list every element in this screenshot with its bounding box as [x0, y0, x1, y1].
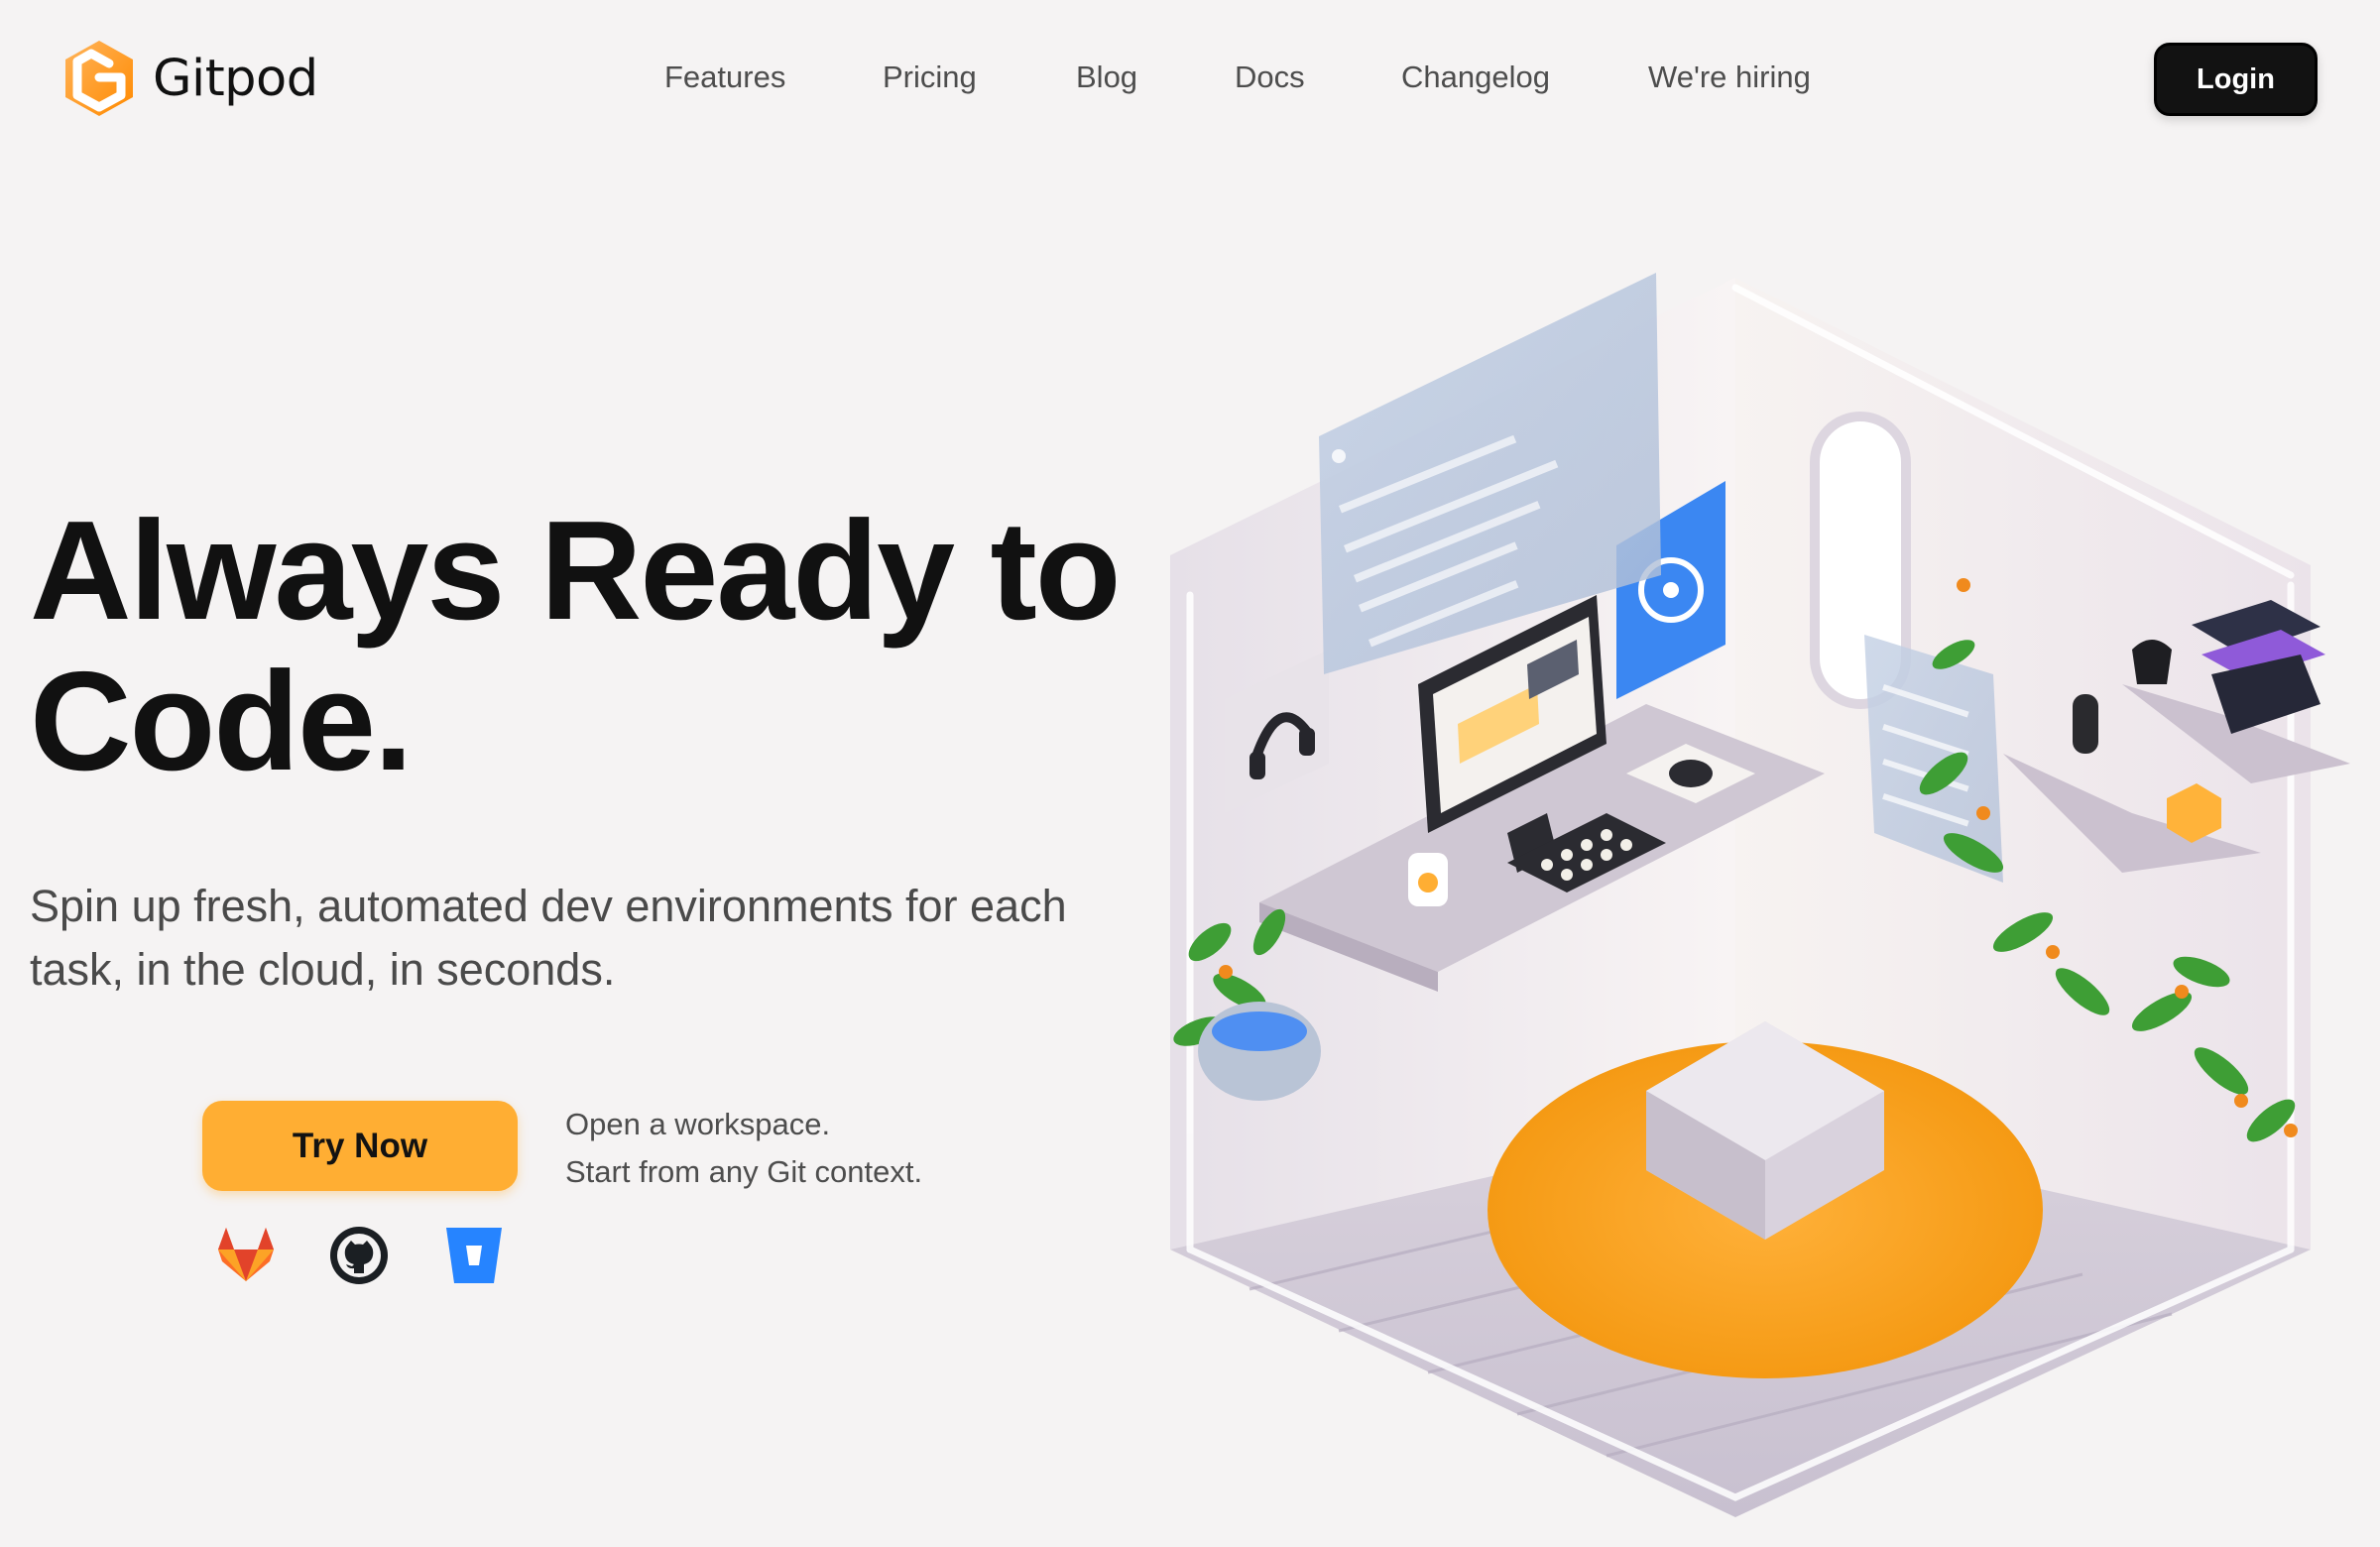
cta-note: Open a workspace. Start from any Git con…: [565, 1101, 922, 1196]
bitbucket-icon[interactable]: [442, 1224, 506, 1287]
nav-changelog[interactable]: Changelog: [1401, 56, 1550, 99]
hero-subtitle: Spin up fresh, automated dev environment…: [30, 881, 1067, 995]
hero-title: Always Ready to Code.: [30, 492, 1122, 800]
cta-note-line-1: Open a workspace.: [565, 1107, 831, 1141]
site-header: Gitpod Features Pricing Blog Docs Change…: [0, 0, 2380, 159]
cta-note-line-2: Start from any Git context.: [565, 1154, 923, 1189]
dev-room-illustration: [1170, 273, 2350, 1517]
login-button[interactable]: Login: [2154, 43, 2318, 116]
nav-features[interactable]: Features: [664, 56, 785, 99]
github-icon[interactable]: [327, 1224, 391, 1287]
nav-docs[interactable]: Docs: [1235, 56, 1305, 99]
try-now-button[interactable]: Try Now: [202, 1101, 518, 1191]
git-providers: [214, 1224, 512, 1287]
gitlab-icon[interactable]: [214, 1224, 278, 1287]
nav-blog[interactable]: Blog: [1076, 56, 1137, 99]
main-nav: Features Pricing Blog Docs Changelog We'…: [0, 0, 2380, 159]
nav-careers[interactable]: We're hiring: [1648, 56, 1811, 99]
nav-pricing[interactable]: Pricing: [883, 56, 977, 99]
